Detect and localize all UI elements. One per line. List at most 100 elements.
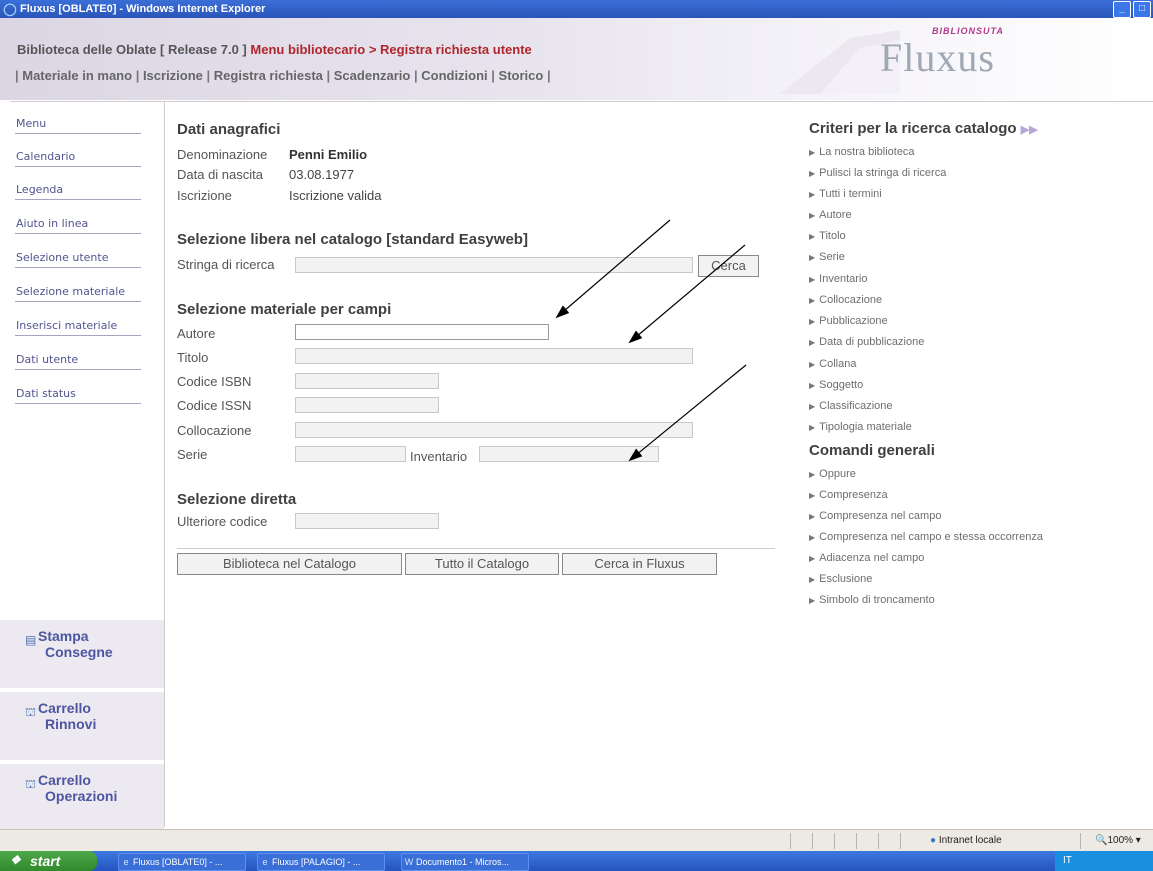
autore-label: Autore bbox=[177, 326, 216, 341]
status-bar: ● Intranet locale 🔍100% ▾ bbox=[0, 829, 1153, 852]
triangle-right-icon: ▶ bbox=[809, 275, 816, 284]
serie-input[interactable] bbox=[295, 446, 406, 462]
page-header: Biblioteca delle Oblate [ Release 7.0 ] … bbox=[0, 18, 1153, 100]
criteri-item[interactable]: ▶ Collocazione bbox=[809, 294, 882, 306]
triangle-right-icon: ▶ bbox=[809, 338, 816, 347]
tutto-il-catalogo-button[interactable]: Tutto il Catalogo bbox=[405, 553, 559, 575]
stringa-label: Stringa di ricerca bbox=[177, 257, 275, 272]
criteri-item[interactable]: ▶ Classificazione bbox=[809, 400, 893, 412]
issn-input[interactable] bbox=[295, 397, 439, 413]
triangle-right-icon: ▶ bbox=[809, 211, 816, 220]
criteri-item[interactable]: ▶ Titolo bbox=[809, 230, 846, 242]
window-title: Fluxus [OBLATE0] - Windows Internet Expl… bbox=[20, 3, 266, 15]
taskbar-item[interactable]: e Fluxus [PALAGIO] - ... bbox=[257, 853, 385, 871]
fluxus-logo: BIBLIONSUTA Fluxus bbox=[880, 26, 1004, 80]
serie-label: Serie bbox=[177, 447, 208, 462]
right-panel: Criteri per la ricerca catalogo ▶▶ ▶ La n… bbox=[797, 102, 1153, 827]
triangle-right-icon: ▶ bbox=[809, 470, 816, 479]
menu-item-selezione-utente[interactable]: Selezione utente bbox=[15, 245, 141, 268]
denominazione-value: Penni Emilio bbox=[289, 147, 368, 162]
triangle-right-icon: ▶ bbox=[809, 317, 816, 326]
inventario-input[interactable] bbox=[479, 446, 659, 462]
taskbar-item[interactable]: W Documento1 - Micros... bbox=[401, 853, 529, 871]
cerca-in-fluxus-button[interactable]: Cerca in Fluxus bbox=[562, 553, 717, 575]
collocazione-label: Collocazione bbox=[177, 423, 252, 438]
criteri-item[interactable]: ▶ La nostra biblioteca bbox=[809, 146, 915, 158]
taskbar: ❖ start e Fluxus [OBLATE0] - ... e Fluxus … bbox=[0, 851, 1153, 871]
triangle-right-icon: ▶ bbox=[809, 232, 816, 241]
menu-item-legenda[interactable]: Legenda bbox=[15, 177, 141, 200]
triangle-right-icon: ▶ bbox=[809, 381, 816, 390]
ulteriore-codice-label: Ulteriore codice bbox=[177, 514, 268, 529]
criteri-item[interactable]: ▶ Autore bbox=[809, 209, 852, 221]
comandi-item[interactable]: ▶ Esclusione bbox=[809, 573, 872, 585]
taskbar-item[interactable]: e Fluxus [OBLATE0] - ... bbox=[118, 853, 246, 871]
criteri-item[interactable]: ▶ Data di pubblicazione bbox=[809, 336, 924, 348]
ie-icon: ◯ bbox=[3, 2, 17, 16]
criteri-item[interactable]: ▶ Pubblicazione bbox=[809, 315, 888, 327]
ie-icon: e bbox=[123, 857, 129, 867]
nav-materiale-in-mano[interactable]: Materiale in mano bbox=[22, 68, 132, 83]
menu-item-selezione-materiale[interactable]: Selezione materiale bbox=[15, 279, 141, 302]
comandi-item[interactable]: ▶ Adiacenza nel campo bbox=[809, 552, 924, 564]
top-nav: | Materiale in mano | Iscrizione | Regis… bbox=[15, 68, 551, 83]
menu-item-inserisci-materiale[interactable]: Inserisci materiale bbox=[15, 313, 141, 336]
stringa-input[interactable] bbox=[295, 257, 693, 273]
criteri-item[interactable]: ▶ Inventario bbox=[809, 273, 867, 285]
menu-item-dati-utente[interactable]: Dati utente bbox=[15, 347, 141, 370]
triangle-right-icon: ▶ bbox=[809, 575, 816, 584]
comandi-item[interactable]: ▶ Simbolo di troncamento bbox=[809, 594, 935, 606]
criteri-item[interactable]: ▶ Pulisci la stringa di ricerca bbox=[809, 167, 946, 179]
system-tray: IT bbox=[1055, 851, 1153, 871]
triangle-right-icon: ▶ bbox=[809, 402, 816, 411]
left-menu: Menu Calendario Legenda Aiuto in linea S… bbox=[0, 102, 165, 832]
carrello-rinnovi-button[interactable]: ⛫ Carrello Rinnovi bbox=[0, 692, 164, 760]
nav-registra-richiesta[interactable]: Registra richiesta bbox=[214, 68, 323, 83]
autore-input[interactable] bbox=[295, 324, 549, 340]
criteri-item[interactable]: ▶ Tipologia materiale bbox=[809, 421, 912, 433]
comandi-item[interactable]: ▶ Compresenza nel campo e stessa occorren… bbox=[809, 531, 1043, 543]
double-arrow-icon: ▶▶ bbox=[1020, 124, 1038, 136]
iscrizione-label: Iscrizione bbox=[177, 188, 232, 203]
ulteriore-codice-input[interactable] bbox=[295, 513, 439, 529]
menu-item-menu[interactable]: Menu bbox=[15, 111, 141, 134]
menu-item-aiuto[interactable]: Aiuto in linea bbox=[15, 211, 141, 234]
biblioteca-nel-catalogo-button[interactable]: Biblioteca nel Catalogo bbox=[177, 553, 402, 575]
criteri-item[interactable]: ▶ Soggetto bbox=[809, 379, 863, 391]
triangle-right-icon: ▶ bbox=[809, 533, 816, 542]
stampa-consegne-button[interactable]: ▤ Stampa Consegne bbox=[0, 620, 164, 688]
nascita-value: 03.08.1977 bbox=[289, 167, 355, 182]
nav-scadenzario[interactable]: Scadenzario bbox=[334, 68, 411, 83]
nav-condizioni[interactable]: Condizioni bbox=[421, 68, 487, 83]
triangle-right-icon: ▶ bbox=[809, 423, 816, 432]
triangle-right-icon: ▶ bbox=[809, 596, 816, 605]
nav-storico[interactable]: Storico bbox=[499, 68, 544, 83]
iscrizione-value: Iscrizione valida bbox=[289, 188, 382, 203]
collocazione-input[interactable] bbox=[295, 422, 693, 438]
isbn-label: Codice ISBN bbox=[177, 374, 252, 389]
maximize-button[interactable]: □ bbox=[1133, 1, 1151, 18]
cerca-button[interactable]: Cerca bbox=[698, 255, 759, 277]
section-title-anagrafici: Dati anagrafici bbox=[177, 121, 281, 138]
menu-item-dati-status[interactable]: Dati status bbox=[15, 381, 141, 404]
triangle-right-icon: ▶ bbox=[809, 253, 816, 262]
minimize-button[interactable]: _ bbox=[1113, 1, 1131, 18]
title-section: Menu bibliotecario > Registra richiesta … bbox=[250, 42, 532, 57]
menu-item-calendario[interactable]: Calendario bbox=[15, 144, 141, 167]
issn-label: Codice ISSN bbox=[177, 398, 252, 413]
comandi-item[interactable]: ▶ Compresenza bbox=[809, 489, 888, 501]
triangle-right-icon: ▶ bbox=[809, 360, 816, 369]
nav-iscrizione[interactable]: Iscrizione bbox=[143, 68, 203, 83]
denominazione-label: Denominazione bbox=[177, 147, 268, 162]
start-button[interactable]: ❖ start bbox=[0, 851, 97, 871]
titolo-input[interactable] bbox=[295, 348, 693, 364]
triangle-right-icon: ▶ bbox=[809, 296, 816, 305]
zoom-level[interactable]: 🔍100% ▾ bbox=[1095, 835, 1141, 846]
criteri-item[interactable]: ▶ Tutti i termini bbox=[809, 188, 882, 200]
isbn-input[interactable] bbox=[295, 373, 439, 389]
criteri-item[interactable]: ▶ Collana bbox=[809, 358, 856, 370]
comandi-item[interactable]: ▶ Oppure bbox=[809, 468, 856, 480]
criteri-item[interactable]: ▶ Serie bbox=[809, 251, 845, 263]
comandi-item[interactable]: ▶ Compresenza nel campo bbox=[809, 510, 941, 522]
carrello-operazioni-button[interactable]: ⛫ Carrello Operazioni bbox=[0, 764, 164, 832]
